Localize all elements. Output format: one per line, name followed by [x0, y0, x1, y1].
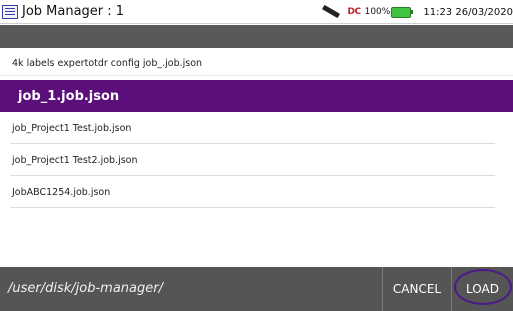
status-bar: Job Manager : 1 DC 100% 11:23 26/03/2020	[0, 0, 513, 24]
clock-date: 26/03/2020	[455, 6, 513, 18]
selected-file-name: job_1.job.json	[18, 88, 120, 104]
current-path: /user/disk/job-manager/	[8, 281, 163, 296]
status-indicators: DC 100% 11:23 26/03/2020	[320, 0, 513, 24]
bottom-bar: /user/disk/job-manager/ CANCEL LOAD	[0, 267, 513, 311]
dc-power-indicator: DC	[347, 7, 362, 17]
clock-time: 11:23	[423, 6, 453, 18]
toolbar	[0, 25, 513, 48]
file-row-current[interactable]: 4k labels expertotdr config job_.job.jso…	[0, 52, 513, 76]
menu-list-icon[interactable]	[2, 4, 18, 19]
usb-stick-icon	[320, 4, 342, 19]
file-name: job_Project1 Test.job.json	[12, 122, 132, 134]
battery-percentage: 100%	[364, 7, 391, 17]
battery-charging-icon	[391, 6, 414, 18]
file-name: JobABC1254.job.json	[12, 186, 111, 198]
file-row[interactable]: job_Project1 Test2.job.json	[0, 144, 513, 176]
file-row[interactable]: JobABC1254.job.json	[0, 176, 513, 208]
clock: 11:23 26/03/2020	[423, 7, 513, 18]
file-name: job_Project1 Test2.job.json	[12, 154, 138, 166]
file-row-selected[interactable]: job_1.job.json	[0, 80, 513, 112]
file-row[interactable]: job_Project1 Test.job.json	[0, 112, 513, 144]
window-title: Job Manager : 1	[22, 4, 125, 19]
load-button[interactable]: LOAD	[451, 267, 513, 311]
row-divider	[10, 207, 495, 208]
cancel-button[interactable]: CANCEL	[382, 267, 451, 311]
file-name: 4k labels expertotdr config job_.job.jso…	[12, 58, 203, 69]
